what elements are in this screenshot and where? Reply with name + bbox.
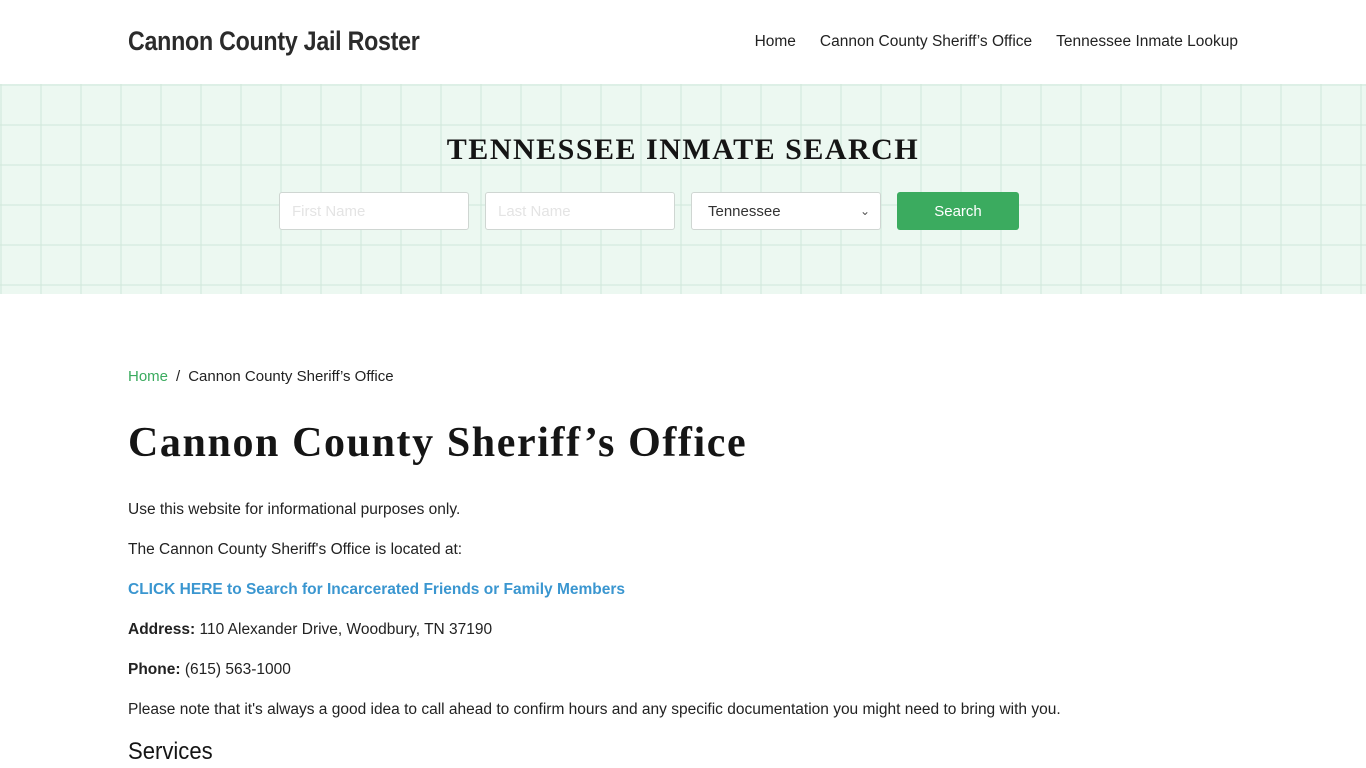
phone-label: Phone: bbox=[128, 661, 181, 678]
phone-value: (615) 563-1000 bbox=[180, 661, 291, 678]
services-heading: Services bbox=[128, 738, 213, 765]
page-title: Cannon County Sheriff’s Office bbox=[128, 420, 748, 466]
address-label: Address: bbox=[128, 621, 196, 638]
state-select[interactable]: Tennessee ⌄ bbox=[691, 192, 881, 230]
main-nav: Home Cannon County Sheriff’s Office Tenn… bbox=[755, 33, 1238, 51]
breadcrumb-separator: / bbox=[176, 368, 181, 385]
breadcrumb: Home / Cannon County Sheriff’s Office bbox=[128, 368, 1238, 385]
breadcrumb-home[interactable]: Home bbox=[128, 368, 168, 385]
search-incarcerated-link[interactable]: CLICK HERE to Search for Incarcerated Fr… bbox=[128, 581, 625, 598]
search-title: TENNESSEE INMATE SEARCH bbox=[446, 133, 920, 166]
address-line: Address: 110 Alexander Drive, Woodbury, … bbox=[128, 620, 492, 640]
main-content: Home / Cannon County Sheriff’s Office Ca… bbox=[128, 368, 1238, 765]
location-text: The Cannon County Sheriff's Office is lo… bbox=[128, 541, 463, 558]
address-value: 110 Alexander Drive, Woodbury, TN 37190 bbox=[195, 621, 493, 638]
nav-home[interactable]: Home bbox=[755, 33, 796, 51]
state-select-value: Tennessee bbox=[708, 202, 781, 220]
breadcrumb-current: Cannon County Sheriff’s Office bbox=[188, 368, 394, 385]
intro-text: Use this website for informational purpo… bbox=[128, 501, 461, 518]
site-header: Cannon County Jail Roster Home Cannon Co… bbox=[0, 0, 1366, 84]
phone-line: Phone: (615) 563-1000 bbox=[128, 660, 291, 680]
search-button[interactable]: Search bbox=[897, 192, 1019, 230]
chevron-down-icon: ⌄ bbox=[859, 204, 870, 218]
site-logo-title[interactable]: Cannon County Jail Roster bbox=[128, 26, 420, 57]
cta-paragraph: CLICK HERE to Search for Incarcerated Fr… bbox=[128, 580, 625, 600]
inmate-search-hero: TENNESSEE INMATE SEARCH Tennessee ⌄ Sear… bbox=[0, 84, 1366, 294]
first-name-input[interactable] bbox=[279, 192, 469, 230]
nav-sheriffs-office[interactable]: Cannon County Sheriff’s Office bbox=[820, 33, 1032, 51]
last-name-input[interactable] bbox=[485, 192, 675, 230]
nav-inmate-lookup[interactable]: Tennessee Inmate Lookup bbox=[1056, 33, 1238, 51]
note-text: Please note that it's always a good idea… bbox=[128, 701, 1061, 718]
